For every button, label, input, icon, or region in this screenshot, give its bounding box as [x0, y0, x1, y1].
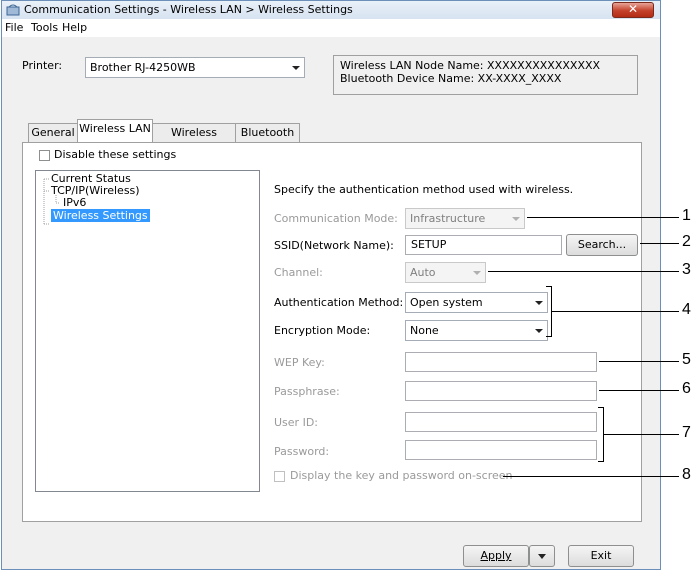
tree-item-wireless-settings[interactable]: Wireless Settings — [51, 209, 150, 222]
tree-item-ipv6[interactable]: IPv6 — [63, 196, 86, 209]
callout-bracket-7-bottom — [598, 461, 604, 462]
callout-line-8 — [503, 476, 679, 477]
chevron-down-icon — [473, 271, 481, 275]
callout-number-3: 3 — [682, 261, 691, 278]
printer-select[interactable]: Brother RJ-4250WB — [85, 57, 305, 78]
channel-select[interactable]: Auto — [405, 262, 486, 283]
chevron-down-icon — [292, 66, 300, 70]
wep-key-input[interactable] — [405, 352, 597, 372]
callout-line-1 — [527, 217, 679, 218]
menu-bar: File Tools Help — [2, 19, 660, 37]
search-button-label: Search... — [577, 238, 627, 251]
display-key-checkbox[interactable] — [274, 471, 285, 482]
passphrase-input[interactable] — [405, 381, 597, 401]
intro-text: Specify the authentication method used w… — [274, 183, 574, 196]
close-button[interactable]: ✕ — [612, 2, 654, 18]
bluetooth-device-name: Bluetooth Device Name: XX-XXXX_XXXX — [340, 72, 562, 85]
printer-label: Printer: — [22, 59, 63, 72]
tab-bluetooth[interactable]: Bluetooth — [235, 123, 300, 143]
callout-line-5 — [599, 361, 679, 362]
channel-value: Auto — [410, 266, 436, 279]
password-input[interactable] — [405, 440, 597, 460]
apply-button[interactable]: Apply — [463, 545, 529, 567]
callout-number-2: 2 — [682, 233, 691, 250]
tab-wireless-lan[interactable]: Wireless LAN — [77, 119, 153, 144]
title-bar[interactable]: Communication Settings - Wireless LAN > … — [2, 1, 660, 19]
user-id-input[interactable] — [405, 412, 597, 432]
callout-line-7 — [604, 434, 679, 435]
ssid-input[interactable]: SETUP — [405, 235, 562, 255]
tab-general[interactable]: General — [28, 123, 78, 143]
comm-mode-label: Communication Mode: — [274, 212, 398, 225]
chevron-down-icon — [535, 301, 543, 305]
auth-method-label: Authentication Method: — [274, 296, 404, 309]
tab-bluetooth-label: Bluetooth — [240, 126, 295, 139]
menu-tools[interactable]: Tools — [31, 21, 58, 34]
auth-method-select[interactable]: Open system — [405, 292, 548, 313]
tab-wireless-direct[interactable]: Wireless Direct — [152, 123, 236, 157]
settings-tree: Current Status TCP/IP(Wireless) IPv6 Wir… — [35, 170, 260, 492]
search-button[interactable]: Search... — [566, 234, 638, 256]
callout-number-5: 5 — [682, 351, 691, 368]
callout-line-3 — [488, 271, 679, 272]
user-id-label: User ID: — [274, 416, 318, 429]
apply-dropdown-button[interactable] — [529, 545, 555, 567]
comm-mode-select[interactable]: Infrastructure — [405, 208, 525, 229]
exit-button[interactable]: Exit — [568, 545, 634, 567]
callout-number-1: 1 — [682, 207, 691, 224]
channel-label: Channel: — [274, 266, 323, 279]
comm-mode-value: Infrastructure — [410, 212, 486, 225]
tab-wireless-lan-label: Wireless LAN — [79, 122, 151, 135]
close-icon: ✕ — [627, 2, 639, 16]
callout-number-7: 7 — [682, 424, 691, 441]
wep-key-label: WEP Key: — [274, 356, 325, 369]
window-title: Communication Settings - Wireless LAN > … — [24, 3, 353, 16]
menu-file[interactable]: File — [5, 21, 23, 34]
printer-select-value: Brother RJ-4250WB — [90, 61, 196, 74]
disable-settings-label: Disable these settings — [54, 148, 177, 161]
display-key-label: Display the key and password on-screen — [290, 469, 513, 482]
menu-help[interactable]: Help — [62, 21, 87, 34]
ssid-value: SETUP — [411, 238, 447, 251]
callout-line-6 — [599, 390, 679, 391]
callout-line-4 — [552, 311, 679, 312]
chevron-down-icon — [538, 554, 546, 559]
encryption-mode-value: None — [410, 324, 439, 337]
wireless-node-name: Wireless LAN Node Name: XXXXXXXXXXXXXXX — [340, 59, 601, 72]
callout-number-8: 8 — [682, 466, 691, 483]
exit-button-label: Exit — [590, 549, 612, 562]
app-icon — [6, 4, 20, 16]
disable-settings-checkbox[interactable] — [39, 150, 50, 161]
tab-general-label: General — [31, 126, 75, 139]
callout-line-2 — [640, 243, 679, 244]
printer-info-box: Wireless LAN Node Name: XXXXXXXXXXXXXXX … — [333, 55, 638, 95]
encryption-mode-label: Encryption Mode: — [274, 324, 371, 337]
apply-button-label: Apply — [480, 549, 512, 562]
password-label: Password: — [274, 445, 330, 458]
callout-number-6: 6 — [682, 380, 691, 397]
chevron-down-icon — [512, 217, 520, 221]
callout-number-4: 4 — [682, 301, 691, 318]
ssid-label: SSID(Network Name): — [274, 239, 394, 252]
auth-method-value: Open system — [410, 296, 483, 309]
callout-bracket-4-bottom — [546, 336, 552, 337]
passphrase-label: Passphrase: — [274, 385, 340, 398]
callout-bracket-4-top — [546, 286, 552, 287]
callout-bracket-7-top — [598, 407, 604, 408]
encryption-mode-select[interactable]: None — [405, 320, 548, 341]
chevron-down-icon — [535, 329, 543, 333]
